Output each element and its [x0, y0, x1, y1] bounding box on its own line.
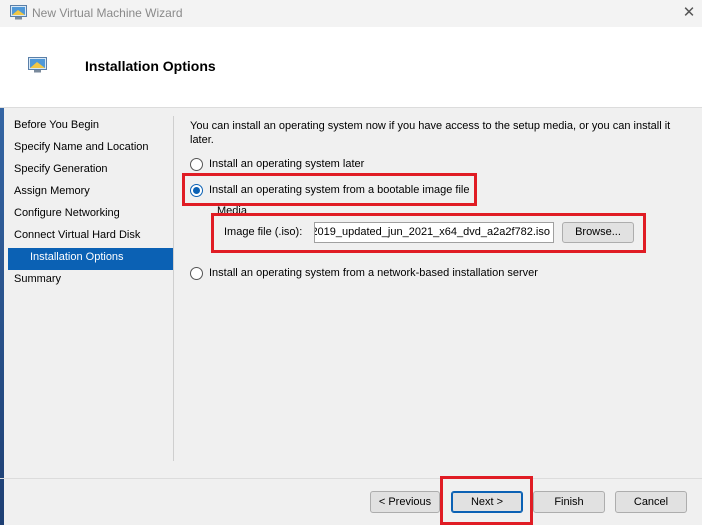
nav-step-configure-networking[interactable]: Configure Networking: [8, 204, 173, 226]
nav-step-generation[interactable]: Specify Generation: [8, 160, 173, 182]
intro-text: You can install an operating system now …: [190, 120, 671, 146]
browse-button-label: Browse...: [575, 226, 621, 238]
finish-button-label: Finish: [554, 495, 584, 508]
nav-step-installation-options[interactable]: Installation Options: [8, 248, 173, 270]
next-button-label: Next >: [470, 495, 504, 508]
window-title: New Virtual Machine Wizard: [32, 6, 183, 20]
option-install-later[interactable]: Install an operating system later: [190, 156, 364, 172]
wizard-window: New Virtual Machine Wizard ✕ Installatio…: [0, 0, 702, 525]
media-group-label: Media: [217, 205, 247, 217]
nav-step-connect-vhd[interactable]: Connect Virtual Hard Disk: [8, 226, 173, 248]
close-icon: ✕: [682, 4, 696, 21]
header-band: Installation Options: [0, 27, 702, 108]
cancel-button-label: Cancel: [633, 495, 669, 508]
previous-button-label: < Previous: [378, 495, 432, 508]
previous-button[interactable]: < Previous: [370, 491, 440, 513]
nav-step-summary[interactable]: Summary: [8, 270, 173, 292]
option-install-from-network[interactable]: Install an operating system from a netwo…: [190, 265, 538, 281]
image-file-input[interactable]: 2019_updated_jun_2021_x64_dvd_a2a2f782.i…: [314, 222, 554, 243]
wizard-steps-nav: Before You Begin Specify Name and Locati…: [8, 116, 173, 292]
image-file-label: Image file (.iso):: [224, 226, 303, 238]
image-file-value: 2019_updated_jun_2021_x64_dvd_a2a2f782.i…: [314, 226, 550, 238]
virtual-machine-icon: [28, 57, 47, 73]
nav-divider: [173, 116, 174, 461]
option-install-from-image[interactable]: Install an operating system from a boota…: [190, 182, 469, 198]
option-install-from-image-label: Install an operating system from a boota…: [209, 184, 470, 196]
option-install-later-label: Install an operating system later: [209, 158, 365, 170]
nav-step-name-and-location[interactable]: Specify Name and Location: [8, 138, 173, 160]
radio-install-later[interactable]: [190, 157, 203, 171]
nav-step-assign-memory[interactable]: Assign Memory: [8, 182, 173, 204]
nav-step-before-you-begin[interactable]: Before You Begin: [8, 116, 173, 138]
cancel-button[interactable]: Cancel: [615, 491, 687, 513]
browse-button[interactable]: Browse...: [562, 222, 634, 243]
radio-install-from-network[interactable]: [190, 266, 203, 280]
virtual-machine-icon: [10, 5, 27, 20]
option-install-from-network-label: Install an operating system from a netwo…: [209, 267, 538, 279]
finish-button[interactable]: Finish: [533, 491, 605, 513]
title-bar: New Virtual Machine Wizard ✕: [0, 0, 702, 27]
close-button[interactable]: ✕: [676, 0, 702, 26]
page-title: Installation Options: [85, 58, 216, 74]
footer-divider: [0, 478, 702, 479]
radio-install-from-image[interactable]: [190, 183, 203, 197]
next-button[interactable]: Next >: [451, 491, 523, 513]
